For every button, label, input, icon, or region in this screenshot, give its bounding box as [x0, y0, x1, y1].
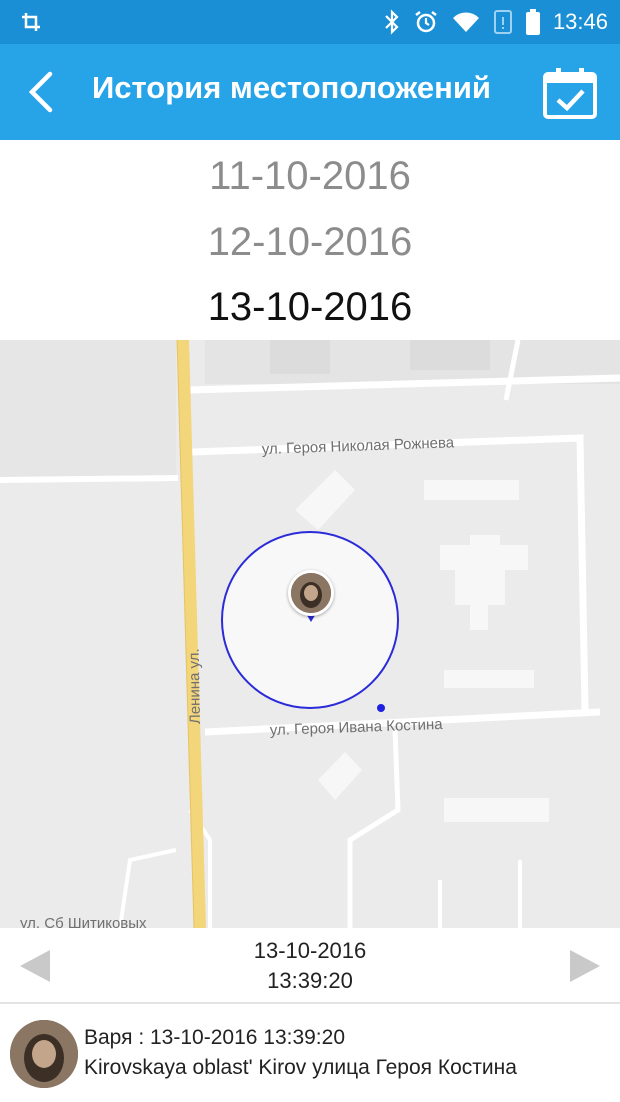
nav-datetime: 13-10-2016 13:39:20 — [0, 936, 620, 996]
calendar-button[interactable] — [542, 66, 598, 120]
date-option-selected[interactable]: 13-10-2016 — [0, 285, 620, 330]
back-button[interactable] — [20, 68, 62, 116]
date-option[interactable]: 12-10-2016 — [0, 220, 620, 265]
alarm-icon — [415, 11, 437, 33]
street-label: ул. Сб Шитиковых — [20, 915, 147, 928]
map-view[interactable]: ул. Героя Николая Рожнева ул. Героя Иван… — [0, 340, 620, 928]
date-option[interactable]: 11-10-2016 — [0, 154, 620, 199]
position-dot — [377, 704, 385, 712]
info-name-time: Варя : 13-10-2016 13:39:20 — [84, 1026, 346, 1049]
page-title: История местоположений — [92, 70, 491, 105]
app-bar: История местоположений — [0, 44, 620, 140]
nav-date: 13-10-2016 — [253, 938, 367, 963]
history-navigation: 13-10-2016 13:39:20 — [0, 928, 620, 1004]
date-picker[interactable]: 11-10-2016 12-10-2016 13-10-2016 — [0, 140, 620, 340]
status-time: 13:46 — [552, 9, 608, 34]
map-canvas: ул. Героя Николая Рожнева ул. Героя Иван… — [0, 340, 620, 928]
info-address: Kirovskaya oblast' Kirov улица Героя Кос… — [84, 1056, 517, 1079]
avatar — [10, 1020, 78, 1088]
wifi-icon — [452, 12, 479, 32]
no-sim-icon — [493, 10, 512, 34]
location-marker[interactable] — [288, 570, 334, 616]
avatar-icon — [291, 573, 331, 613]
street-label: ул. Героя Николая Рожнева — [262, 434, 455, 458]
screen-rotate-icon — [22, 13, 40, 31]
battery-icon — [525, 9, 540, 35]
bluetooth-icon — [385, 9, 399, 35]
street-label: ул. Героя Ивана Костина — [270, 716, 444, 739]
street-label: Ленина ул. — [186, 648, 204, 724]
avatar-icon — [10, 1020, 78, 1088]
location-info[interactable]: Варя : 13-10-2016 13:39:20 Kirovskaya ob… — [0, 1006, 620, 1102]
calendar-check-icon — [543, 68, 597, 119]
nav-time: 13:39:20 — [267, 968, 353, 993]
next-button[interactable] — [566, 946, 604, 986]
triangle-right-icon — [570, 950, 600, 982]
status-bar: 13:46 — [0, 0, 620, 44]
chevron-left-icon — [28, 71, 53, 113]
